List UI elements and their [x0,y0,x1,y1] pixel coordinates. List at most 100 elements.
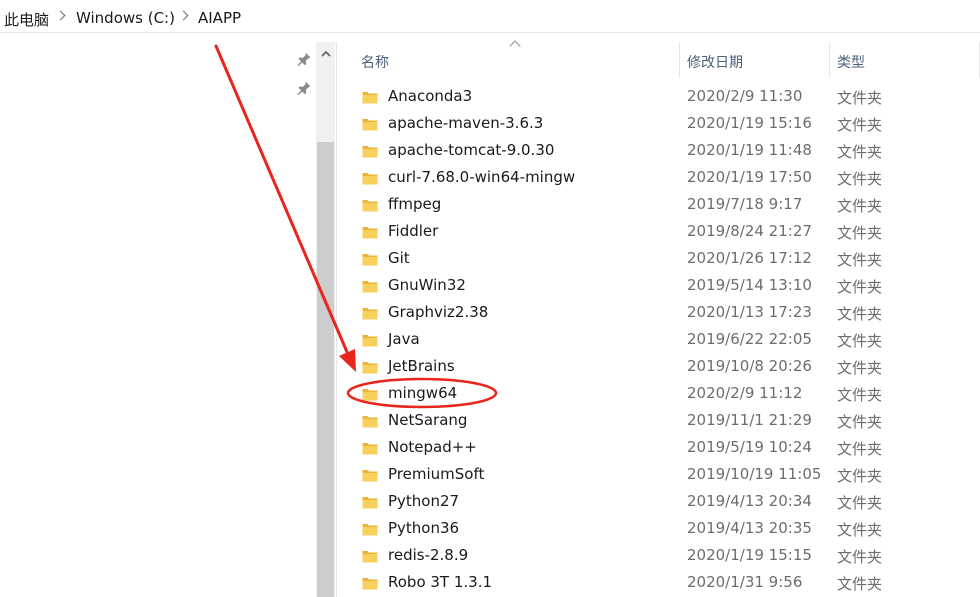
file-name: apache-tomcat-9.0.30 [388,141,555,159]
file-modified: 2020/1/26 17:12 [687,249,812,267]
column-type[interactable]: 类型 [837,52,865,72]
column-name[interactable]: 名称 [361,52,389,72]
file-type: 文件夹 [837,575,883,593]
scroll-thumb[interactable] [317,142,334,597]
chevron-up-icon [320,50,331,57]
file-name: NetSarang [388,411,468,429]
file-type: 文件夹 [837,359,883,377]
file-row[interactable]: GnuWin32 2019/5/14 13:10 文件夹 [340,273,980,300]
nav-scrollbar[interactable] [316,42,335,597]
file-row[interactable]: Anaconda3 2020/2/9 11:30 文件夹 [340,84,980,111]
column-separator[interactable] [679,42,680,78]
file-row[interactable]: apache-tomcat-9.0.30 2020/1/19 11:48 文件夹 [340,138,980,165]
file-modified: 2020/2/9 11:30 [687,87,803,105]
folder-icon [362,440,378,455]
file-name: Anaconda3 [388,87,473,105]
file-name: Git [388,249,410,267]
file-row[interactable]: Python27 2019/4/13 20:34 文件夹 [340,489,980,516]
folder-icon [362,89,378,104]
folder-icon [362,359,378,374]
file-type: 文件夹 [837,170,883,188]
file-type: 文件夹 [837,413,883,431]
file-type: 文件夹 [837,143,883,161]
file-row[interactable]: curl-7.68.0-win64-mingw 2020/1/19 17:50 文件… [340,165,980,192]
file-name: Robo 3T 1.3.1 [388,573,493,591]
file-type: 文件夹 [837,521,883,539]
file-row[interactable]: JetBrains 2019/10/8 20:26 文件夹 [340,354,980,381]
folder-icon [362,305,378,320]
file-type: 文件夹 [837,467,883,485]
folder-icon [362,224,378,239]
file-row[interactable]: Robo 3T 1.3.1 2020/1/31 9:56 文件夹 [340,570,980,597]
file-type: 文件夹 [837,197,883,215]
file-modified: 2020/2/9 11:12 [687,384,803,402]
file-row[interactable]: Java 2019/6/22 22:05 文件夹 [340,327,980,354]
file-name: Notepad++ [388,438,477,456]
file-modified: 2020/1/19 11:48 [687,141,812,159]
folder-icon [362,170,378,185]
file-name: curl-7.68.0-win64-mingw [388,168,576,186]
column-modified[interactable]: 修改日期 [687,52,743,72]
file-name: Java [388,330,420,348]
file-modified: 2019/11/1 21:29 [687,411,812,429]
column-header: 名称 修改日期 类型 [340,40,980,78]
file-row[interactable]: NetSarang 2019/11/1 21:29 文件夹 [340,408,980,435]
folder-icon [362,548,378,563]
pin-icon[interactable] [296,51,312,67]
file-list: Anaconda3 2020/2/9 11:30 文件夹 apache-maven-3… [340,84,980,597]
folder-icon [362,332,378,347]
file-modified: 2019/10/19 11:05 [687,465,822,483]
file-modified: 2019/4/13 20:34 [687,492,812,510]
sort-ascending-icon [509,40,521,52]
file-name: apache-maven-3.6.3 [388,114,544,132]
column-separator[interactable] [829,42,830,78]
file-name: Graphviz2.38 [388,303,489,321]
file-modified: 2019/7/18 9:17 [687,195,803,213]
folder-icon [362,467,378,482]
breadcrumb-aiapp[interactable]: AIAPP [198,9,241,27]
breadcrumb-this-pc[interactable]: 此电脑 [4,9,49,30]
file-type: 文件夹 [837,332,883,350]
file-row[interactable]: PremiumSoft 2019/10/19 11:05 文件夹 [340,462,980,489]
folder-icon [362,494,378,509]
pane-divider [336,42,337,597]
file-row[interactable]: Git 2020/1/26 17:12 文件夹 [340,246,980,273]
file-modified: 2019/4/13 20:35 [687,519,812,537]
folder-icon [362,575,378,590]
file-modified: 2020/1/19 17:50 [687,168,812,186]
folder-icon [362,197,378,212]
file-name: PremiumSoft [388,465,485,483]
file-modified: 2019/8/24 21:27 [687,222,812,240]
file-type: 文件夹 [837,224,883,242]
file-modified: 2019/5/14 13:10 [687,276,812,294]
file-name: JetBrains [388,357,455,375]
file-type: 文件夹 [837,116,883,134]
file-row[interactable]: ffmpeg 2019/7/18 9:17 文件夹 [340,192,980,219]
pin-icon[interactable] [296,80,312,96]
file-type: 文件夹 [837,386,883,404]
file-modified: 2020/1/31 9:56 [687,573,803,591]
navigation-pane[interactable] [0,34,316,597]
folder-icon [362,251,378,266]
file-name: mingw64 [388,384,458,402]
file-modified: 2019/5/19 10:24 [687,438,812,456]
folder-icon [362,413,378,428]
breadcrumb-windows-c[interactable]: Windows (C:) [76,9,175,27]
file-type: 文件夹 [837,251,883,269]
file-row[interactable]: redis-2.8.9 2020/1/19 15:15 文件夹 [340,543,980,570]
file-row[interactable]: mingw64 2020/2/9 11:12 文件夹 [340,381,980,408]
address-bar[interactable]: 此电脑 Windows (C:) AIAPP [0,0,980,33]
folder-icon [362,278,378,293]
file-row[interactable]: Notepad++ 2019/5/19 10:24 文件夹 [340,435,980,462]
scroll-up-button[interactable] [316,42,335,64]
file-name: Python27 [388,492,460,510]
chevron-right-icon[interactable] [178,10,189,21]
chevron-right-icon[interactable] [55,10,66,21]
file-row[interactable]: Graphviz2.38 2020/1/13 17:23 文件夹 [340,300,980,327]
file-row[interactable]: apache-maven-3.6.3 2020/1/19 15:16 文件夹 [340,111,980,138]
file-row[interactable]: Fiddler 2019/8/24 21:27 文件夹 [340,219,980,246]
file-type: 文件夹 [837,89,883,107]
file-modified: 2020/1/19 15:16 [687,114,812,132]
file-name: ffmpeg [388,195,442,213]
file-row[interactable]: Python36 2019/4/13 20:35 文件夹 [340,516,980,543]
